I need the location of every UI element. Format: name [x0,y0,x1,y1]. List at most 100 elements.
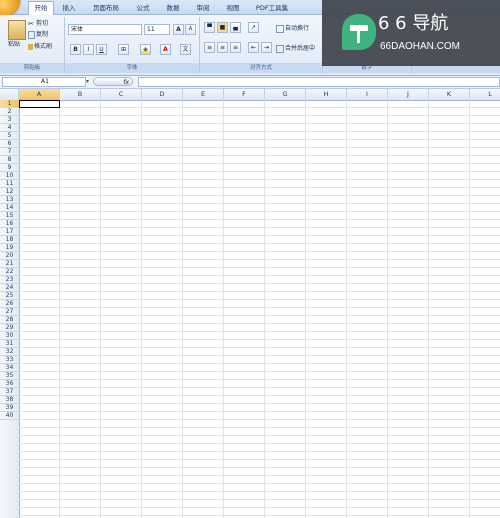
row-header-32[interactable]: 32 [0,348,19,356]
fill-color-button[interactable]: ◈ [140,44,151,55]
row-header-14[interactable]: 14 [0,204,19,212]
column-header-k[interactable]: K [429,89,470,100]
row-header-16[interactable]: 16 [0,220,19,228]
format-painter-button[interactable]: 格式刷 [28,42,52,51]
font-name-select[interactable]: 宋体 [68,24,142,35]
row-header-37[interactable]: 37 [0,388,19,396]
align-middle-icon[interactable]: ■ [217,22,228,33]
tab-review[interactable]: 审阅 [192,2,214,14]
borders-button[interactable]: ⊞ [118,44,129,55]
office-button[interactable] [0,0,20,16]
row-header-29[interactable]: 29 [0,324,19,332]
row-header-1[interactable]: 1 [0,100,19,108]
column-header-g[interactable]: G [265,89,306,100]
increase-indent-icon[interactable]: ⇥ [261,42,272,53]
row-header-22[interactable]: 22 [0,268,19,276]
tab-formulas[interactable]: 公式 [132,2,154,14]
row-header-30[interactable]: 30 [0,332,19,340]
row-header-9[interactable]: 9 [0,164,19,172]
row-header-17[interactable]: 17 [0,228,19,236]
row-header-15[interactable]: 15 [0,212,19,220]
chevron-down-icon[interactable]: ▾ [86,78,92,86]
row-header-19[interactable]: 19 [0,244,19,252]
column-header-a[interactable]: A [19,89,60,100]
selected-cell-a1[interactable] [19,100,60,108]
align-bottom-icon[interactable]: ▄ [230,22,241,33]
worksheet-grid: ABCDEFGHIJKL 1 2 3 4 5 6 7 8 9 10 11 12 13 14 15 16 17 18… [0,89,500,518]
align-center-icon[interactable]: ≡ [217,42,228,53]
column-header-i[interactable]: I [347,89,388,100]
merge-center-button[interactable]: 合并后居中 [276,44,315,53]
row-header-35[interactable]: 35 [0,372,19,380]
row-header-26[interactable]: 26 [0,300,19,308]
row-header-7[interactable]: 7 [0,148,19,156]
tab-data[interactable]: 数据 [162,2,184,14]
align-left-icon[interactable]: ≡ [204,42,215,53]
paste-button[interactable]: 粘贴 [8,40,20,49]
watermark-brand: 导航 [412,13,449,34]
row-header-39[interactable]: 39 [0,404,19,412]
formula-input[interactable] [138,77,500,87]
row-header-38[interactable]: 38 [0,396,19,404]
font-size-select[interactable]: 11 [144,24,170,35]
tab-view[interactable]: 视图 [222,2,244,14]
row-header-5[interactable]: 5 [0,132,19,140]
wrap-text-button[interactable]: 自动换行 [276,24,309,33]
tab-insert[interactable]: 插入 [58,2,80,14]
row-header-6[interactable]: 6 [0,140,19,148]
column-header-b[interactable]: B [60,89,101,100]
bold-button[interactable]: B [70,44,81,55]
shrink-font-button[interactable]: A [185,24,196,35]
tab-home[interactable]: 开始 [28,1,54,15]
column-header-c[interactable]: C [101,89,142,100]
row-header-36[interactable]: 36 [0,380,19,388]
phonetic-button[interactable]: 文 [180,44,191,55]
row-header-24[interactable]: 24 [0,284,19,292]
row-header-31[interactable]: 31 [0,340,19,348]
grow-font-button[interactable]: A [173,24,184,35]
row-header-23[interactable]: 23 [0,276,19,284]
row-header-2[interactable]: 2 [0,108,19,116]
italic-button[interactable]: I [83,44,94,55]
row-header-40[interactable]: 40 [0,412,19,420]
row-header-27[interactable]: 27 [0,308,19,316]
paste-icon[interactable] [8,20,26,40]
decrease-indent-icon[interactable]: ⇤ [248,42,259,53]
insert-function-button[interactable]: fx [93,77,133,86]
row-header-12[interactable]: 12 [0,188,19,196]
cut-button[interactable]: ✂ 剪切 [28,19,48,28]
phonetic-icon: 文 [182,46,189,53]
name-box[interactable]: A1 [2,77,86,87]
row-header-3[interactable]: 3 [0,116,19,124]
column-header-e[interactable]: E [183,89,224,100]
column-header-d[interactable]: D [142,89,183,100]
row-header-21[interactable]: 21 [0,260,19,268]
orientation-icon[interactable]: ↗ [248,22,259,33]
row-header-33[interactable]: 33 [0,356,19,364]
underline-button[interactable]: U [96,44,107,55]
tab-page-layout[interactable]: 页面布局 [88,2,124,14]
copy-button[interactable]: 复制 [28,30,48,39]
watermark-digits: 6 6 [378,13,407,34]
font-group-label: 字体 [65,63,199,73]
row-header-11[interactable]: 11 [0,180,19,188]
align-right-icon[interactable]: ≡ [230,42,241,53]
tab-pdf-tools[interactable]: PDF工具集 [252,2,292,14]
row-header-13[interactable]: 13 [0,196,19,204]
row-header-20[interactable]: 20 [0,252,19,260]
row-header-25[interactable]: 25 [0,292,19,300]
row-header-34[interactable]: 34 [0,364,19,372]
cell-area[interactable] [19,100,500,518]
row-header-10[interactable]: 10 [0,172,19,180]
row-header-4[interactable]: 4 [0,124,19,132]
column-header-l[interactable]: L [470,89,500,100]
align-top-icon[interactable]: ▀ [204,22,215,33]
row-header-28[interactable]: 28 [0,316,19,324]
column-header-h[interactable]: H [306,89,347,100]
row-header-18[interactable]: 18 [0,236,19,244]
font-color-button[interactable]: A [160,44,171,55]
row-header-8[interactable]: 8 [0,156,19,164]
column-header-j[interactable]: J [388,89,429,100]
column-header-f[interactable]: F [224,89,265,100]
select-all-corner[interactable] [0,89,19,100]
